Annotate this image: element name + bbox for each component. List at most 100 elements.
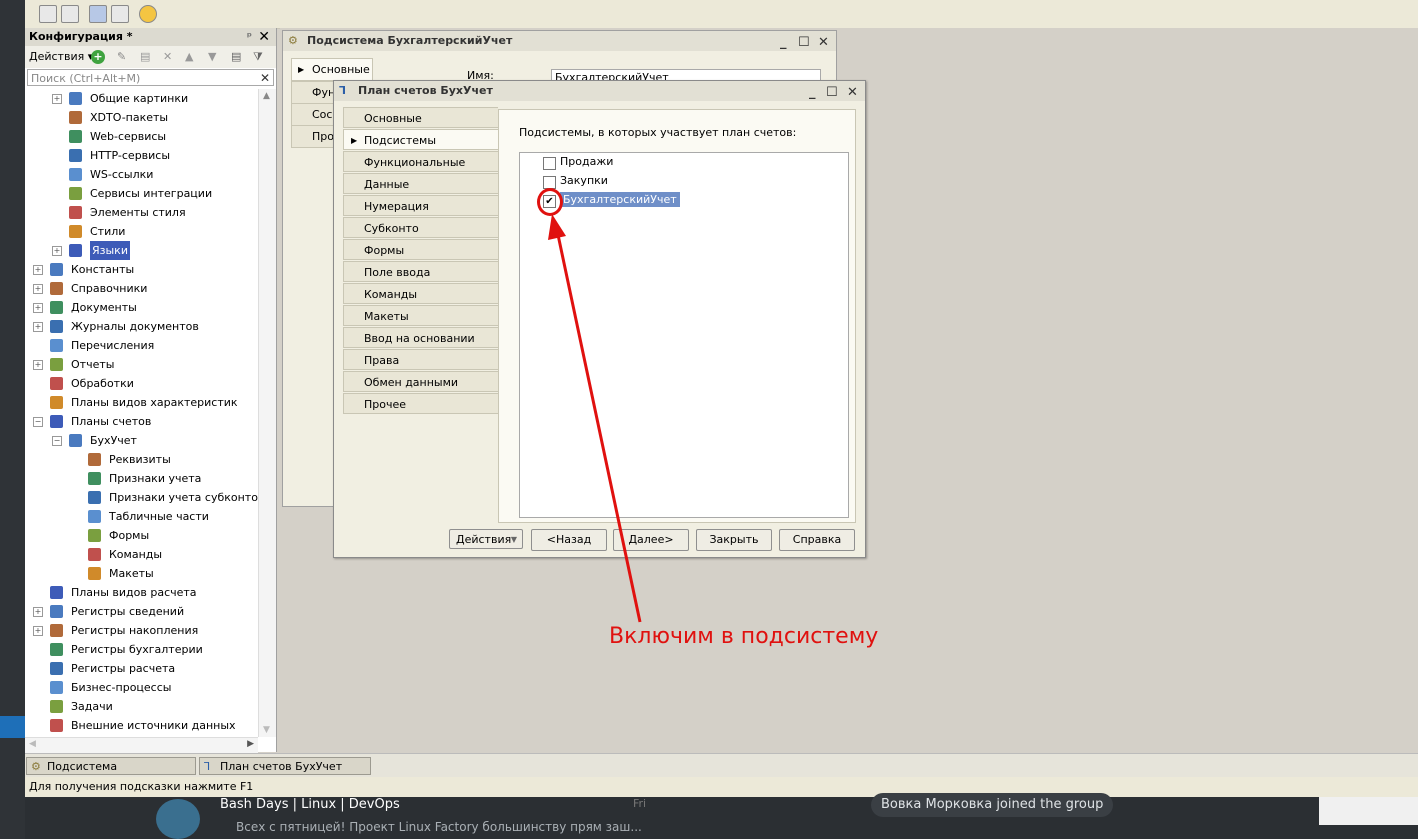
tree-item[interactable]: + Регистры накопления xyxy=(25,621,258,640)
tab-item[interactable]: Функциональные опции xyxy=(343,151,498,190)
add-icon[interactable]: + xyxy=(91,50,105,64)
expand-icon[interactable]: + xyxy=(33,607,43,617)
tree-item[interactable]: Стили xyxy=(25,222,258,241)
tab-item[interactable]: ▶ Подсистемы xyxy=(343,129,498,150)
tree-item[interactable]: Табличные части xyxy=(25,507,258,526)
tree-vertical-scrollbar[interactable]: ▲ ▼ xyxy=(258,89,276,737)
scroll-down-icon[interactable]: ▼ xyxy=(263,725,270,735)
toolbar-button-1[interactable] xyxy=(39,5,57,23)
maximize-icon[interactable]: ☐ xyxy=(826,83,838,103)
tree-item[interactable]: Планы видов расчета xyxy=(25,583,258,602)
scroll-right-icon[interactable]: ▶ xyxy=(247,739,254,749)
tab-item[interactable]: Прочее xyxy=(343,393,498,414)
clear-search-icon[interactable]: ✕ xyxy=(260,70,270,87)
expand-icon[interactable]: + xyxy=(33,360,43,370)
list-icon[interactable]: ▤ xyxy=(231,46,241,68)
tree-item[interactable]: + Отчеты xyxy=(25,355,258,374)
tree-item[interactable]: + Общие картинки xyxy=(25,89,258,108)
tab-item[interactable]: Основные xyxy=(343,107,498,128)
tree-item[interactable]: Формы xyxy=(25,526,258,545)
tree-item[interactable]: Бизнес-процессы xyxy=(25,678,258,697)
collapse-icon[interactable]: − xyxy=(52,436,62,446)
tree-item[interactable]: Обработки xyxy=(25,374,258,393)
tree-item[interactable]: Элементы стиля xyxy=(25,203,258,222)
tree-item[interactable]: + Справочники xyxy=(25,279,258,298)
tree-item[interactable]: + Журналы документов xyxy=(25,317,258,336)
tab-item[interactable]: Данные xyxy=(343,173,498,194)
expand-icon[interactable]: + xyxy=(33,303,43,313)
actions-button[interactable]: Действия ▼ xyxy=(449,529,523,549)
close-button[interactable]: Закрыть xyxy=(696,529,772,551)
toolbar-database-icon[interactable] xyxy=(89,5,107,23)
expand-icon[interactable]: + xyxy=(33,284,43,294)
expand-icon[interactable]: + xyxy=(52,246,62,256)
toolbar-button-2[interactable] xyxy=(61,5,79,23)
tree-item[interactable]: Реквизиты xyxy=(25,450,258,469)
chat-list-item[interactable]: Bash Days | Linux | DevOps Fri Всех с пя… xyxy=(148,797,658,839)
pin-icon[interactable]: ᵖ xyxy=(247,28,252,46)
scroll-left-icon[interactable]: ◀ xyxy=(29,739,36,749)
tree-item[interactable]: Регистры бухгалтерии xyxy=(25,640,258,659)
tree-item[interactable]: Команды xyxy=(25,545,258,564)
help-button[interactable]: Справка xyxy=(779,529,855,551)
minimize-icon[interactable]: _ xyxy=(809,83,816,103)
tree-item[interactable]: Регистры расчета xyxy=(25,659,258,678)
move-up-icon[interactable]: ▲ xyxy=(185,46,193,68)
collapse-icon[interactable]: − xyxy=(33,417,43,427)
tab-item[interactable]: Поле ввода xyxy=(343,261,498,282)
tab-item[interactable]: Формы xyxy=(343,239,498,260)
tab-item[interactable]: Макеты xyxy=(343,305,498,326)
tree-item[interactable]: Макеты xyxy=(25,564,258,583)
expand-icon[interactable]: + xyxy=(52,94,62,104)
tree-item[interactable]: + Регистры сведений xyxy=(25,602,258,621)
tab-item[interactable]: Права xyxy=(343,349,498,370)
tree-horizontal-scrollbar[interactable]: ◀ ▶ xyxy=(25,737,258,753)
task-chart-of-accounts[interactable]: Ꞁ План счетов БухУчет xyxy=(199,757,371,775)
tree-item[interactable]: Задачи xyxy=(25,697,258,716)
tree-item[interactable]: HTTP-сервисы xyxy=(25,146,258,165)
subsystem-tab-main[interactable]: ▶ Основные xyxy=(291,58,373,81)
move-down-icon[interactable]: ▼ xyxy=(208,46,216,68)
tree-item[interactable]: Сервисы интеграции xyxy=(25,184,258,203)
edit-icon[interactable]: ✎ xyxy=(117,46,126,68)
tree-item[interactable]: Признаки учета xyxy=(25,469,258,488)
tree-item[interactable]: − БухУчет xyxy=(25,431,258,450)
tree-item[interactable]: + Документы xyxy=(25,298,258,317)
checkbox-sales[interactable] xyxy=(543,157,556,170)
expand-icon[interactable]: + xyxy=(33,626,43,636)
tree-item[interactable]: WS-ссылки xyxy=(25,165,258,184)
tree-item[interactable]: Внешние источники данных xyxy=(25,716,258,735)
task-subsystem-window[interactable]: ⚙ Подсистема Бухгалтерски... xyxy=(26,757,196,791)
close-icon[interactable]: ✕ xyxy=(847,83,858,103)
actions-menu[interactable]: Действия xyxy=(29,50,84,63)
search-input[interactable]: Поиск (Ctrl+Alt+M) ✕ xyxy=(27,69,274,86)
scroll-up-icon[interactable]: ▲ xyxy=(263,91,270,101)
filter-icon[interactable]: ⧩ xyxy=(253,46,263,68)
minimize-icon[interactable]: _ xyxy=(780,33,787,53)
tree-item[interactable]: Планы видов характеристик xyxy=(25,393,258,412)
tab-item[interactable]: Нумерация xyxy=(343,195,498,216)
tree-item[interactable]: Web-сервисы xyxy=(25,127,258,146)
close-icon[interactable]: ✕ xyxy=(818,33,829,53)
expand-icon[interactable]: + xyxy=(33,265,43,275)
toolbar-run-icon[interactable] xyxy=(139,5,157,23)
tab-item[interactable]: Субконто xyxy=(343,217,498,238)
maximize-icon[interactable]: ☐ xyxy=(798,33,810,53)
delete-icon[interactable]: ✕ xyxy=(163,46,172,68)
copy-icon[interactable]: ▤ xyxy=(140,46,150,68)
close-icon[interactable]: ✕ xyxy=(258,28,270,46)
subsystem-window-title[interactable]: ⚙ Подсистема БухгалтерскийУчет _ ☐ ✕ xyxy=(283,31,836,51)
tree-item[interactable]: − Планы счетов xyxy=(25,412,258,431)
tree-item[interactable]: Перечисления xyxy=(25,336,258,355)
tab-item[interactable]: Обмен данными xyxy=(343,371,498,392)
name-field[interactable]: БухгалтерскийУчет xyxy=(551,69,821,80)
tab-item[interactable]: Ввод на основании xyxy=(343,327,498,348)
tab-item[interactable]: Команды xyxy=(343,283,498,304)
chart-of-accounts-window-title[interactable]: Ꞁ План счетов БухУчет _ ☐ ✕ xyxy=(334,81,865,101)
expand-icon[interactable]: + xyxy=(33,322,43,332)
tree-item[interactable]: + Языки xyxy=(25,241,258,260)
tree-item[interactable]: XDTO-пакеты xyxy=(25,108,258,127)
toolbar-table-icon[interactable] xyxy=(111,5,129,23)
tree-item[interactable]: Признаки учета субконто xyxy=(25,488,258,507)
tree-item[interactable]: + Константы xyxy=(25,260,258,279)
